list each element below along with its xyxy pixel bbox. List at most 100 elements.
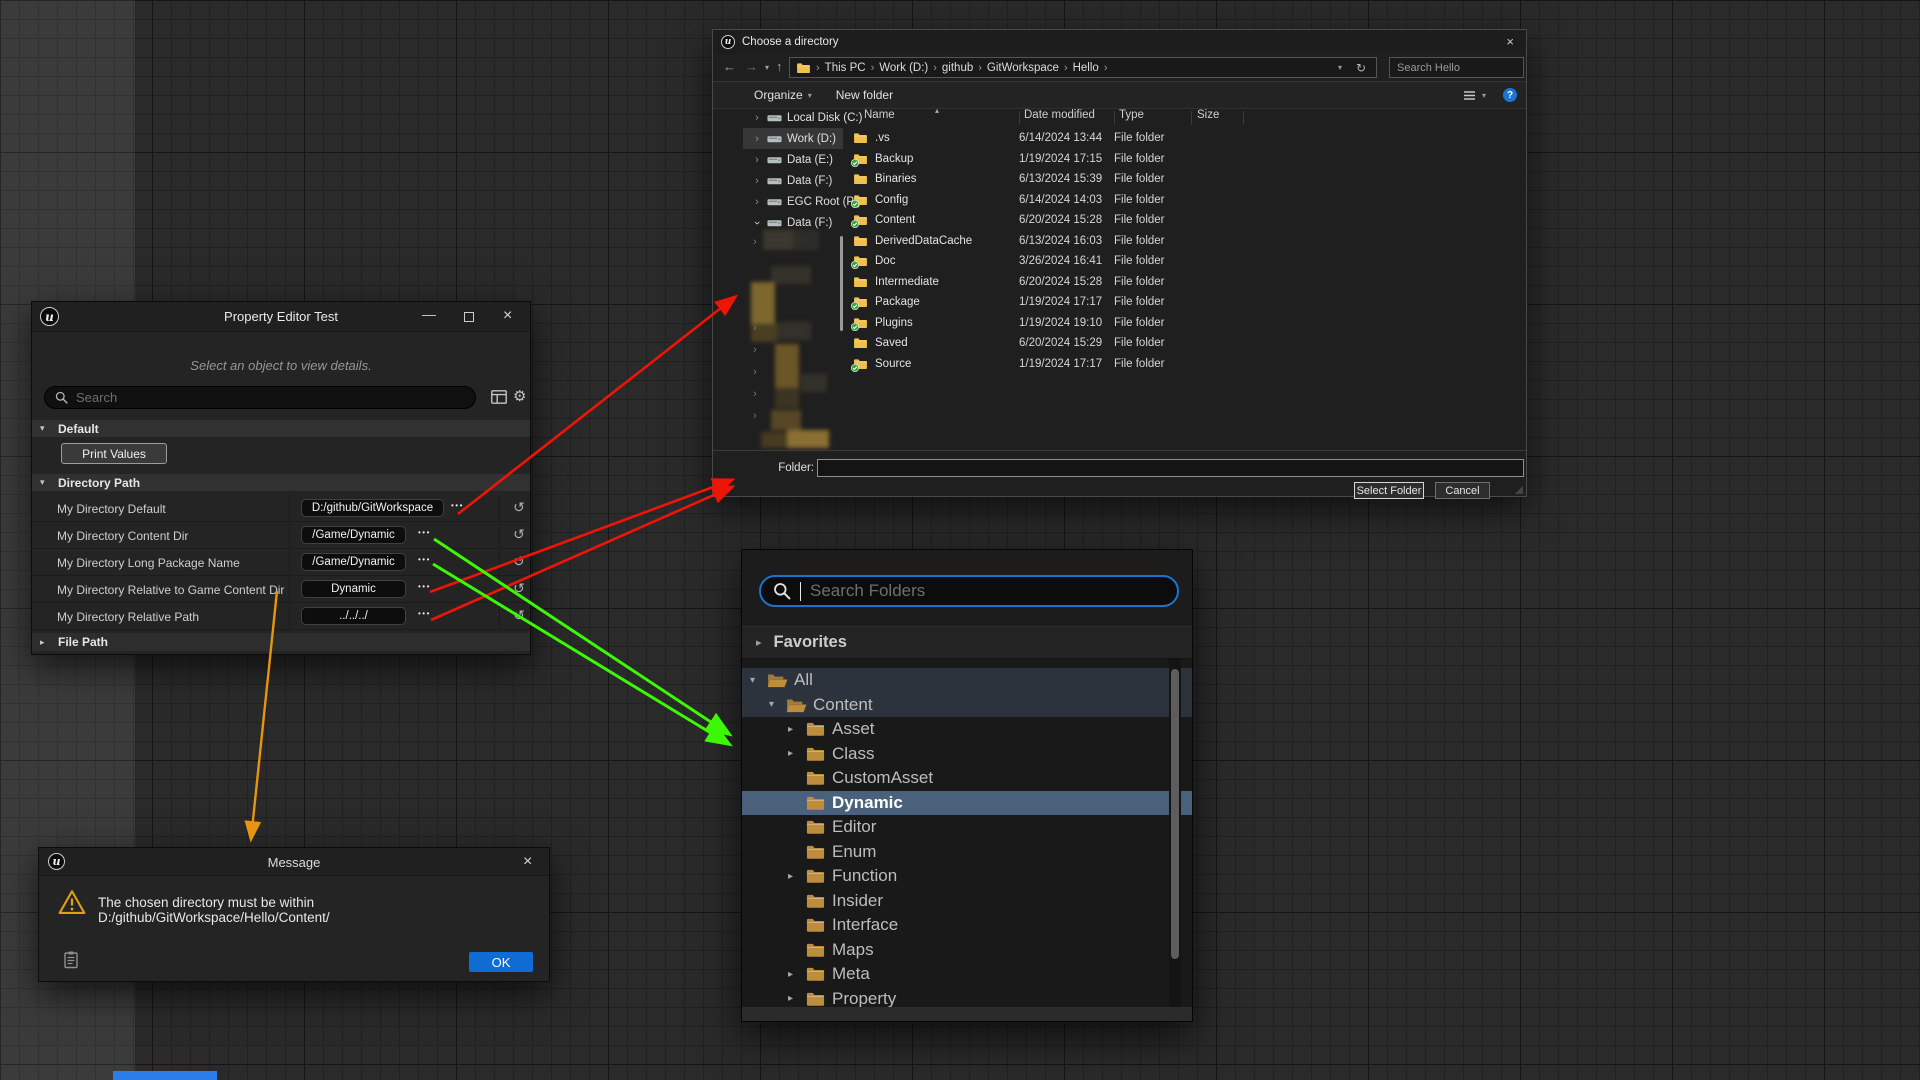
- breadcrumb-gitworkspace[interactable]: GitWorkspace: [987, 62, 1059, 74]
- chevron-right-icon[interactable]: ▸: [788, 724, 805, 735]
- search-input[interactable]: [1390, 62, 1543, 74]
- property-value-field[interactable]: /Game/Dynamic: [301, 526, 406, 544]
- chevron-right-icon[interactable]: ▸: [788, 871, 805, 882]
- tree-scrollbar[interactable]: [840, 236, 843, 331]
- reset-to-default-icon[interactable]: ↺: [508, 553, 530, 570]
- file-row[interactable]: Doc 3/26/2024 16:41 File folder: [844, 251, 1523, 272]
- breadcrumb-github[interactable]: github: [942, 62, 973, 74]
- back-icon[interactable]: ←: [723, 59, 736, 74]
- section-default[interactable]: ▾ Default: [32, 420, 530, 437]
- browse-ellipsis-button[interactable]: •••: [418, 555, 431, 564]
- details-view-icon[interactable]: [491, 390, 507, 404]
- search-box[interactable]: [1389, 57, 1524, 78]
- chevron-right-icon[interactable]: ›: [753, 154, 761, 166]
- file-row[interactable]: Saved 6/20/2024 15:29 File folder: [844, 333, 1523, 354]
- breadcrumb-hello[interactable]: Hello: [1073, 62, 1099, 74]
- folder-search-input[interactable]: [810, 581, 1165, 601]
- file-row[interactable]: Binaries 6/13/2024 15:39 File folder: [844, 169, 1523, 190]
- tree-item-data-e[interactable]: › Data (E:): [713, 149, 843, 170]
- view-dropdown-icon[interactable]: ▾: [1482, 91, 1486, 100]
- folder-input[interactable]: [817, 459, 1524, 477]
- column-divider[interactable]: [1243, 111, 1244, 125]
- section-file-path[interactable]: ▸ File Path: [32, 633, 530, 651]
- new-folder-button[interactable]: New folder: [836, 88, 893, 102]
- dialog-titlebar[interactable]: u Message ×: [39, 848, 549, 876]
- chevron-right-icon[interactable]: ▸: [788, 969, 805, 980]
- browse-ellipsis-button[interactable]: •••: [418, 609, 431, 618]
- scrollbar-thumb[interactable]: [1171, 669, 1179, 959]
- reset-to-default-icon[interactable]: ↺: [508, 526, 530, 543]
- crumb-dropdown-icon[interactable]: ▾: [1338, 63, 1342, 72]
- tree-item-class[interactable]: ▸ Class: [742, 742, 1192, 767]
- minimize-icon[interactable]: —: [422, 306, 436, 322]
- folder-search-box[interactable]: [759, 575, 1179, 607]
- cancel-button[interactable]: Cancel: [1435, 482, 1490, 499]
- column-divider[interactable]: [1114, 111, 1115, 125]
- column-divider[interactable]: [1191, 111, 1192, 125]
- property-search-box[interactable]: [44, 386, 476, 409]
- tree-item-data-f[interactable]: › Data (F:): [713, 170, 843, 191]
- reset-to-default-icon[interactable]: ↺: [508, 607, 530, 624]
- refresh-icon[interactable]: ↻: [1356, 61, 1366, 75]
- file-row[interactable]: Source 1/19/2024 17:17 File folder: [844, 354, 1523, 375]
- view-list-icon[interactable]: [1463, 90, 1476, 101]
- organize-button[interactable]: Organize: [754, 88, 803, 102]
- column-header-date-modified[interactable]: Date modified: [1024, 109, 1095, 128]
- print-values-button[interactable]: Print Values: [61, 443, 167, 464]
- breadcrumb-this-pc[interactable]: This PC: [825, 62, 866, 74]
- tree-item-meta[interactable]: ▸ Meta: [742, 962, 1192, 987]
- reset-to-default-icon[interactable]: ↺: [508, 499, 530, 516]
- up-icon[interactable]: ↑: [776, 59, 783, 74]
- file-row[interactable]: Backup 1/19/2024 17:15 File folder: [844, 149, 1523, 170]
- tree-item-egc-root-p[interactable]: › EGC Root (P:): [713, 191, 843, 212]
- file-row[interactable]: Config 6/14/2024 14:03 File folder: [844, 190, 1523, 211]
- file-row[interactable]: Intermediate 6/20/2024 15:28 File folder: [844, 272, 1523, 293]
- property-value-field[interactable]: /Game/Dynamic: [301, 553, 406, 571]
- close-icon[interactable]: ×: [523, 853, 532, 871]
- forward-icon[interactable]: →: [745, 59, 758, 74]
- ok-button[interactable]: OK: [469, 952, 533, 972]
- tree-item-interface[interactable]: Interface: [742, 913, 1192, 938]
- favorites-section[interactable]: ▸ Favorites: [742, 626, 1192, 659]
- chevron-right-icon[interactable]: ›: [753, 175, 761, 187]
- chevron-right-icon[interactable]: ▸: [788, 748, 805, 759]
- tree-item-maps[interactable]: Maps: [742, 938, 1192, 963]
- browse-ellipsis-button[interactable]: •••: [418, 528, 431, 537]
- browse-ellipsis-button[interactable]: •••: [418, 582, 431, 591]
- dialog-titlebar[interactable]: u Choose a directory ×: [713, 30, 1526, 54]
- resize-grip[interactable]: [1515, 486, 1523, 494]
- column-header-name[interactable]: Name: [864, 109, 895, 128]
- file-row[interactable]: Package 1/19/2024 17:17 File folder: [844, 292, 1523, 313]
- tree-item-local-disk-c[interactable]: › Local Disk (C:): [713, 107, 843, 128]
- property-search-input[interactable]: [76, 390, 465, 405]
- chevron-down-icon[interactable]: ▾: [750, 675, 767, 686]
- file-row[interactable]: Content 6/20/2024 15:28 File folder: [844, 210, 1523, 231]
- reset-to-default-icon[interactable]: ↺: [508, 580, 530, 597]
- help-icon[interactable]: ?: [1503, 88, 1517, 102]
- tree-item-property[interactable]: ▸ Property: [742, 987, 1192, 1010]
- column-header-size[interactable]: Size: [1197, 109, 1219, 128]
- gear-icon[interactable]: ⚙: [513, 387, 526, 405]
- tree-item-all[interactable]: ▾ All: [742, 668, 1192, 693]
- breadcrumb[interactable]: › This PC › Work (D:) › github › GitWork…: [789, 57, 1377, 78]
- maximize-icon[interactable]: [464, 312, 474, 322]
- tree-item-customasset[interactable]: CustomAsset: [742, 766, 1192, 791]
- browse-ellipsis-button[interactable]: •••: [451, 501, 464, 510]
- history-dropdown-icon[interactable]: ▾: [765, 63, 769, 72]
- tree-item-dynamic-selected[interactable]: Dynamic: [742, 791, 1192, 816]
- column-header-type[interactable]: Type: [1119, 109, 1144, 128]
- tree-item-enum[interactable]: Enum: [742, 840, 1192, 865]
- property-value-field[interactable]: D:/github/GitWorkspace: [301, 499, 444, 517]
- tree-item-function[interactable]: ▸ Function: [742, 864, 1192, 889]
- chevron-right-icon[interactable]: ›: [753, 196, 761, 208]
- tree-item-work-d[interactable]: › Work (D:): [743, 128, 843, 149]
- file-row[interactable]: .vs 6/14/2024 13:44 File folder: [844, 128, 1523, 149]
- close-icon[interactable]: ×: [503, 307, 512, 325]
- file-row[interactable]: DerivedDataCache 6/13/2024 16:03 File fo…: [844, 231, 1523, 252]
- file-row[interactable]: Plugins 1/19/2024 19:10 File folder: [844, 313, 1523, 334]
- close-icon[interactable]: ×: [1506, 35, 1514, 48]
- chevron-right-icon[interactable]: ›: [753, 133, 761, 145]
- copy-to-clipboard-icon[interactable]: [64, 950, 78, 969]
- tree-item-editor[interactable]: Editor: [742, 815, 1192, 840]
- column-divider[interactable]: [1019, 111, 1020, 125]
